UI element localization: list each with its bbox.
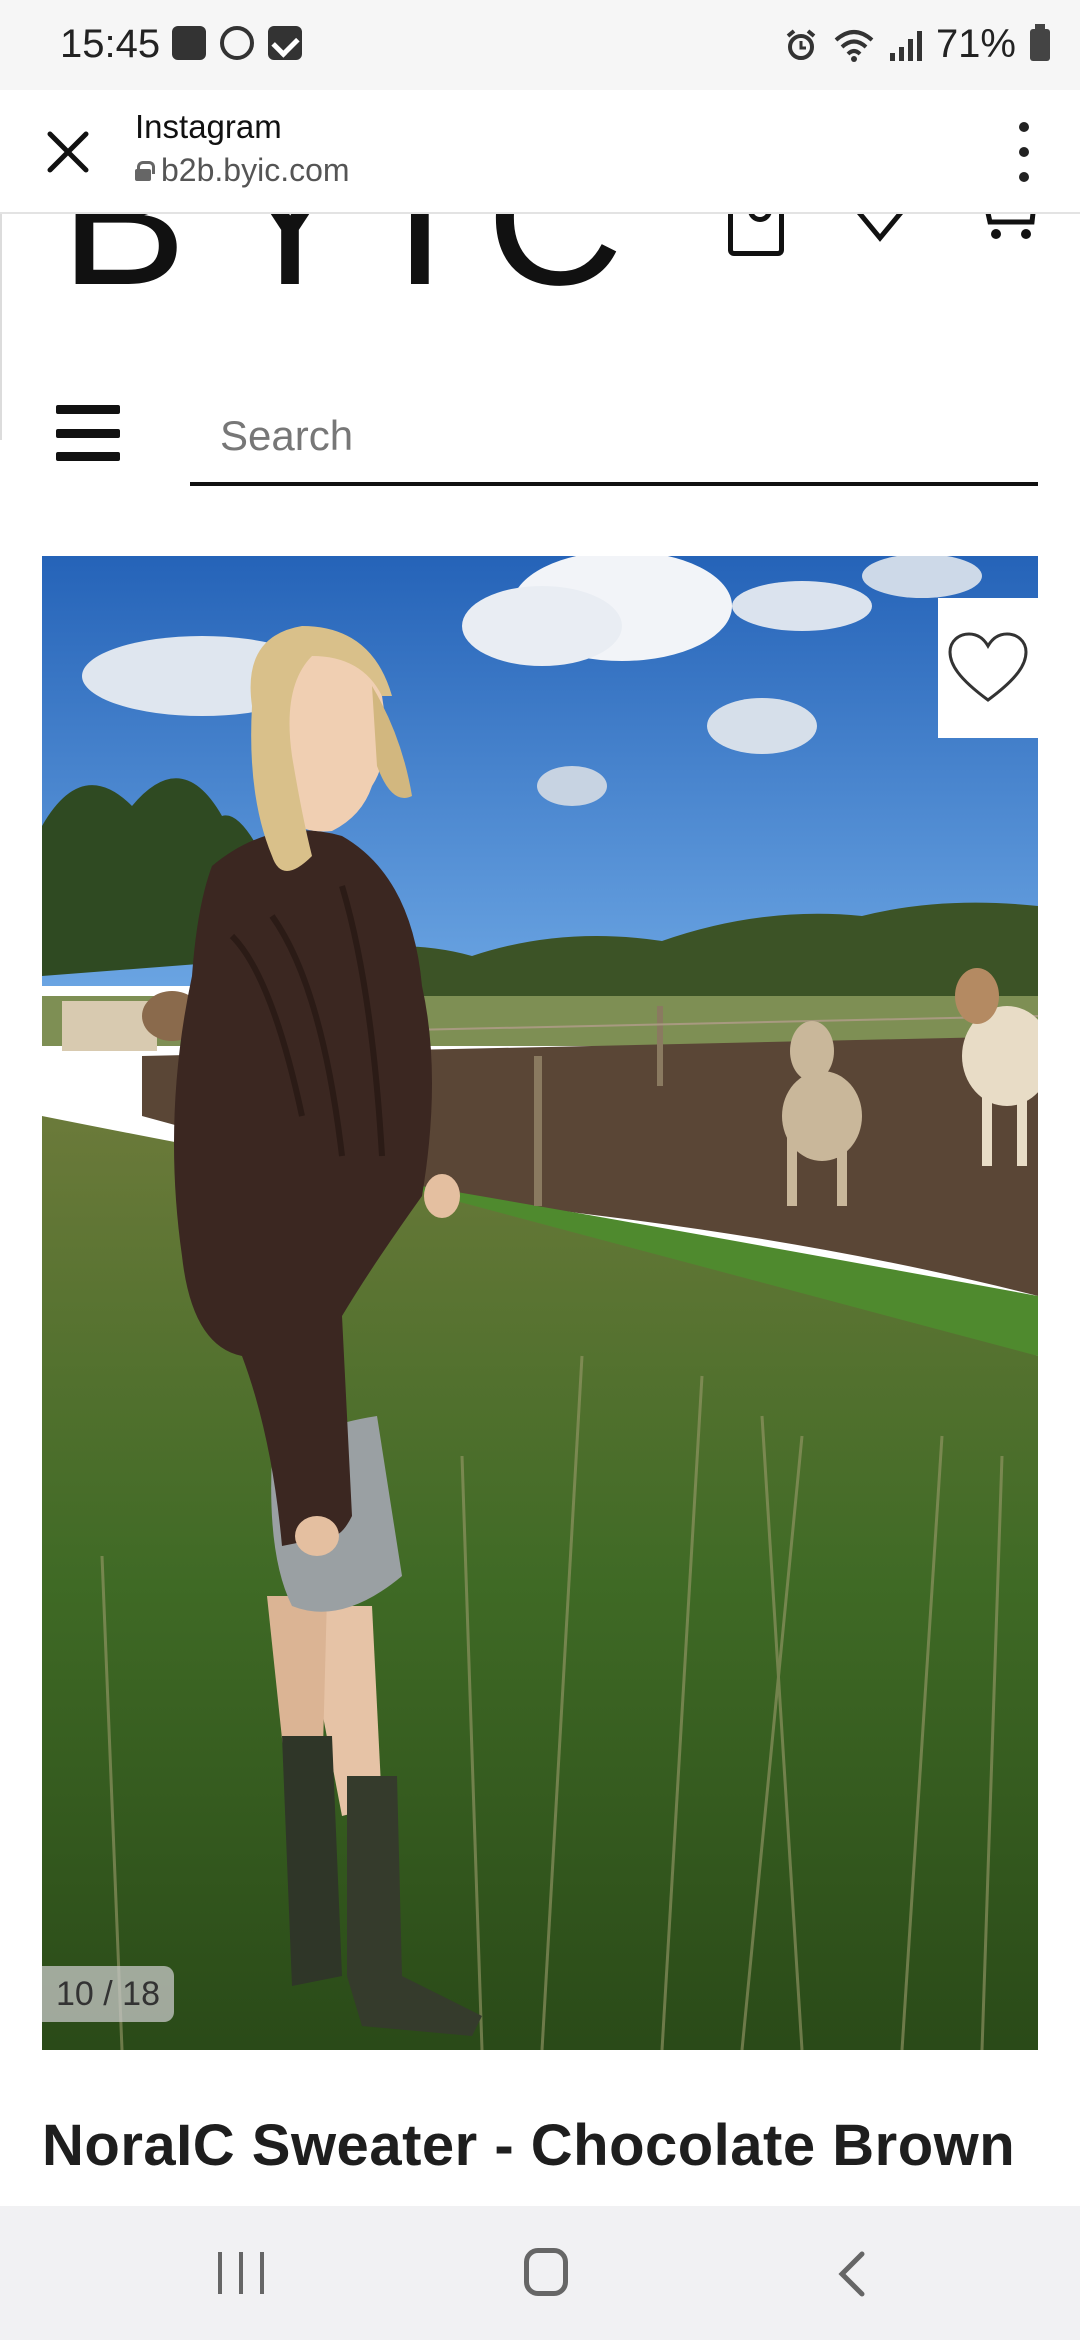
back-icon[interactable]	[830, 2250, 874, 2298]
in-app-browser-bar: Instagram b2b.byic.com	[0, 90, 1080, 214]
more-vertical-icon	[1019, 122, 1029, 132]
hamburger-menu-button[interactable]	[56, 405, 120, 461]
more-options-button[interactable]	[1010, 122, 1038, 182]
status-icons-right: 71%	[784, 22, 1050, 67]
status-icons-left	[172, 26, 302, 60]
url-display[interactable]: b2b.byic.com	[135, 152, 350, 189]
battery-percent: 71%	[935, 22, 1016, 66]
battery-icon	[1030, 23, 1050, 61]
wifi-icon	[834, 29, 874, 62]
image-counter: 10 / 18	[42, 1966, 174, 2022]
alarm-icon	[786, 28, 816, 60]
url-text: b2b.byic.com	[161, 152, 350, 188]
heart-icon[interactable]	[848, 214, 912, 244]
cart-icon[interactable]	[984, 214, 1036, 244]
product-photo	[42, 556, 1038, 2050]
hamburger-icon	[56, 405, 120, 414]
lock-icon	[135, 160, 155, 181]
search-input[interactable]	[190, 390, 1038, 486]
gallery-icon	[172, 26, 206, 60]
status-bar: 15:45 71%	[0, 0, 1080, 90]
close-button[interactable]	[28, 112, 108, 192]
recent-apps-icon[interactable]	[218, 2252, 264, 2294]
close-icon	[47, 131, 89, 173]
system-nav-bar	[0, 2206, 1080, 2340]
site-logo[interactable]: BYIC	[60, 214, 663, 314]
page-edge-divider	[0, 214, 2, 440]
status-time: 15:45	[60, 22, 161, 66]
home-icon[interactable]	[524, 2248, 568, 2296]
product-title: NoraIC Sweater - Chocolate Brown	[42, 2113, 1016, 2178]
accessibility-icon	[220, 26, 254, 60]
browser-app-name: Instagram	[135, 108, 282, 145]
wishlist-button[interactable]	[938, 598, 1038, 738]
site-header: BYIC	[0, 214, 1080, 324]
product-image[interactable]	[42, 556, 1038, 2050]
signal-icon	[889, 29, 922, 61]
account-icon[interactable]	[728, 214, 784, 256]
checkbox-icon	[268, 26, 302, 60]
heart-outline-icon	[948, 632, 1028, 702]
